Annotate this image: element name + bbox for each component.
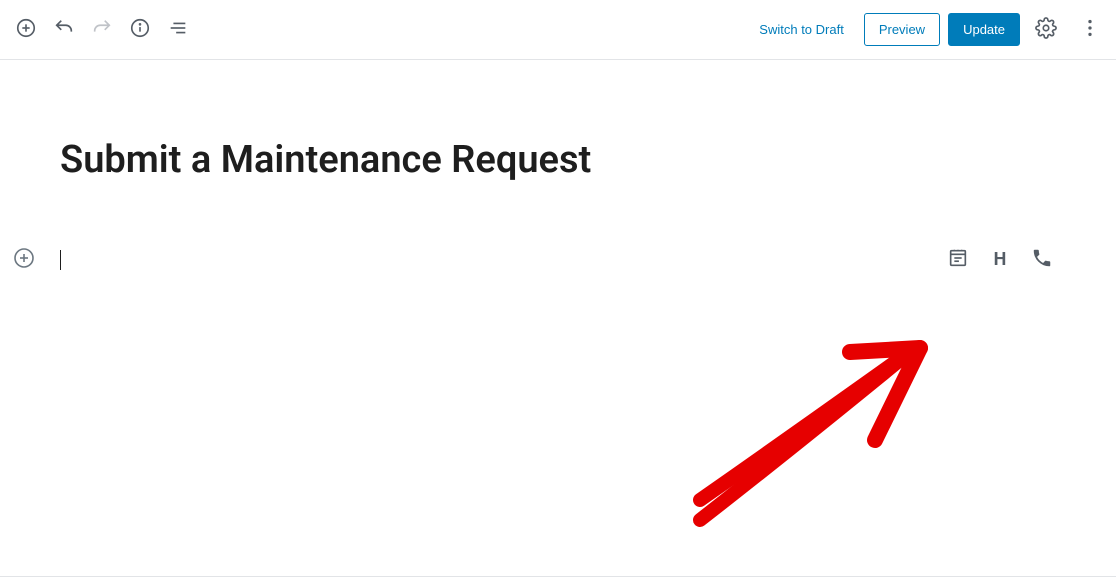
empty-block-row: H [60, 246, 1056, 274]
annotation-arrow [670, 330, 950, 540]
toolbar-left-group [8, 12, 196, 48]
document-outline-icon [167, 17, 189, 42]
suggestion-heading-button[interactable]: H [986, 246, 1014, 274]
settings-button[interactable] [1028, 12, 1064, 48]
suggestion-form-button[interactable] [944, 246, 972, 274]
update-button[interactable]: Update [948, 13, 1020, 46]
preview-button[interactable]: Preview [864, 13, 940, 46]
heading-icon: H [994, 249, 1007, 270]
document-outline-button[interactable] [160, 12, 196, 48]
post-title[interactable]: Submit a Maintenance Request [60, 138, 1056, 184]
add-icon [12, 246, 36, 274]
redo-button[interactable] [84, 12, 120, 48]
suggestion-phone-button[interactable] [1028, 246, 1056, 274]
editor-top-toolbar: Switch to Draft Preview Update [0, 0, 1116, 60]
form-icon [947, 247, 969, 273]
block-suggestions: H [944, 246, 1056, 274]
editor-body: Submit a Maintenance Request H [0, 60, 1116, 577]
paragraph-block-input[interactable] [60, 248, 944, 272]
more-vertical-icon [1079, 17, 1101, 42]
gear-icon [1035, 17, 1057, 42]
add-icon [15, 17, 37, 42]
inline-inserter-button[interactable] [10, 246, 38, 274]
add-block-button[interactable] [8, 12, 44, 48]
content-info-button[interactable] [122, 12, 158, 48]
phone-icon [1031, 247, 1053, 273]
switch-to-draft-button[interactable]: Switch to Draft [747, 14, 856, 45]
undo-button[interactable] [46, 12, 82, 48]
more-options-button[interactable] [1072, 12, 1108, 48]
redo-icon [91, 17, 113, 42]
toolbar-right-group: Switch to Draft Preview Update [747, 12, 1108, 48]
info-icon [129, 17, 151, 42]
undo-icon [53, 17, 75, 42]
